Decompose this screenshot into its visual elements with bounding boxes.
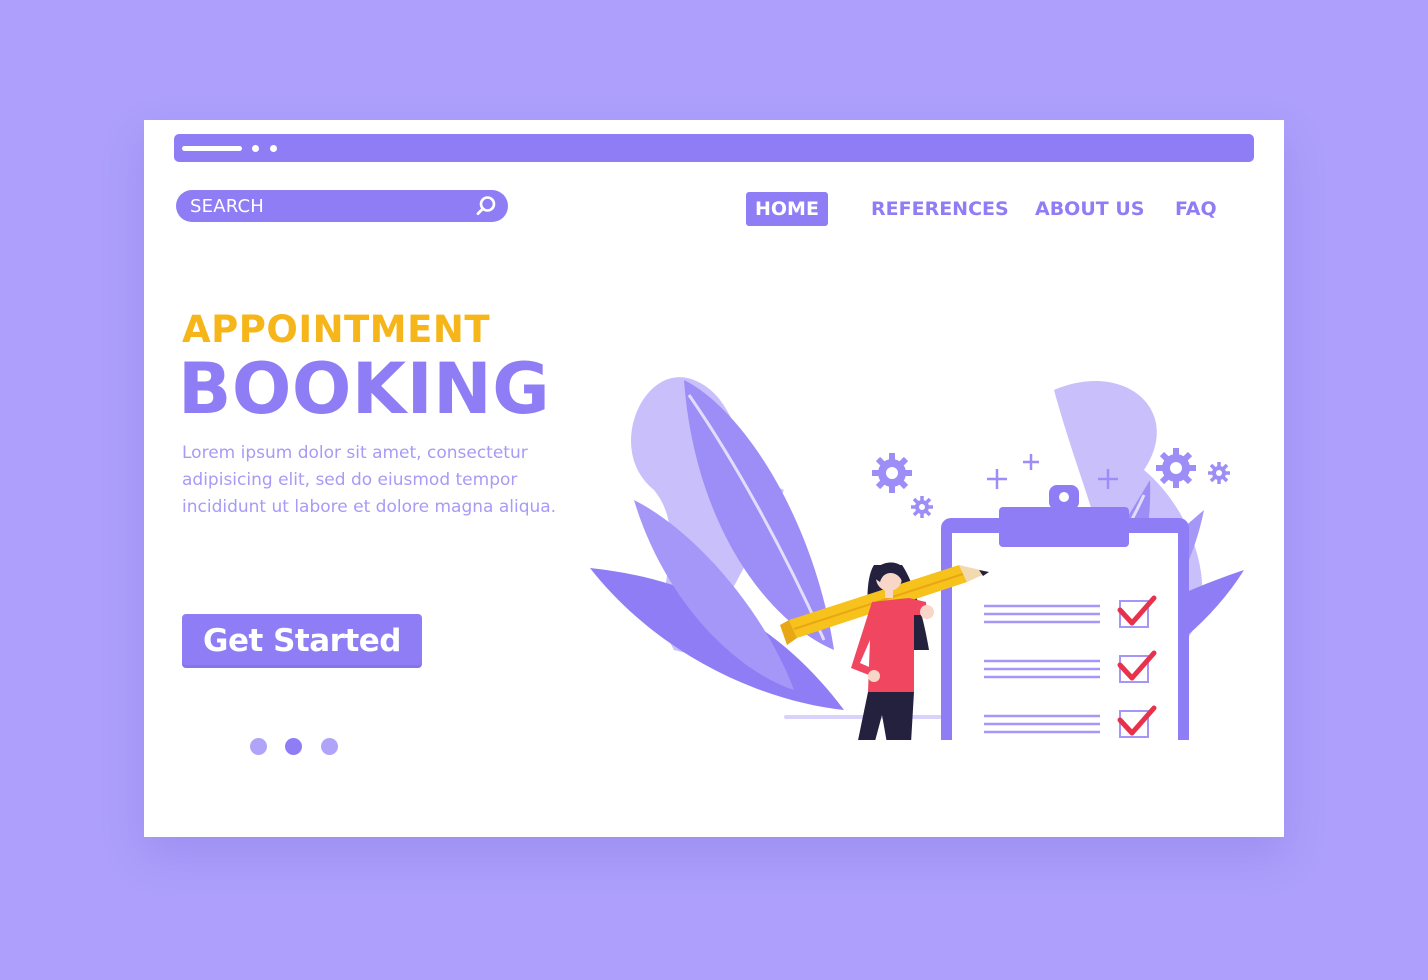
gear-icon <box>911 496 933 518</box>
hero-description: Lorem ipsum dolor sit amet, consectetur … <box>182 443 557 517</box>
gear-icon <box>1156 448 1196 488</box>
get-started-button[interactable]: Get Started <box>182 614 422 668</box>
landing-page-card: SEARCH HOME REFERENCES ABOUT US FAQ APPO… <box>144 120 1284 837</box>
booking-illustration <box>590 377 1244 740</box>
hero-title: BOOKING <box>178 348 551 430</box>
hero-kicker: APPOINTMENT <box>182 308 491 351</box>
search-input[interactable]: SEARCH <box>176 190 508 222</box>
browser-dot <box>270 145 277 152</box>
nav-home[interactable]: HOME <box>746 192 828 226</box>
nav-references[interactable]: REFERENCES <box>871 192 1009 226</box>
pager-dot-active[interactable] <box>285 738 302 755</box>
nav-about-us[interactable]: ABOUT US <box>1035 192 1144 226</box>
browser-address-bar <box>174 134 1254 162</box>
address-bar-line <box>182 146 242 151</box>
search-placeholder: SEARCH <box>190 195 265 217</box>
gear-icon <box>1208 462 1230 484</box>
nav-faq[interactable]: FAQ <box>1175 192 1217 226</box>
search-icon[interactable] <box>474 194 498 218</box>
pager-dot[interactable] <box>321 738 338 755</box>
pager-dot[interactable] <box>250 738 267 755</box>
browser-dot <box>252 145 259 152</box>
clipboard <box>941 485 1189 740</box>
gear-icon <box>872 453 912 493</box>
